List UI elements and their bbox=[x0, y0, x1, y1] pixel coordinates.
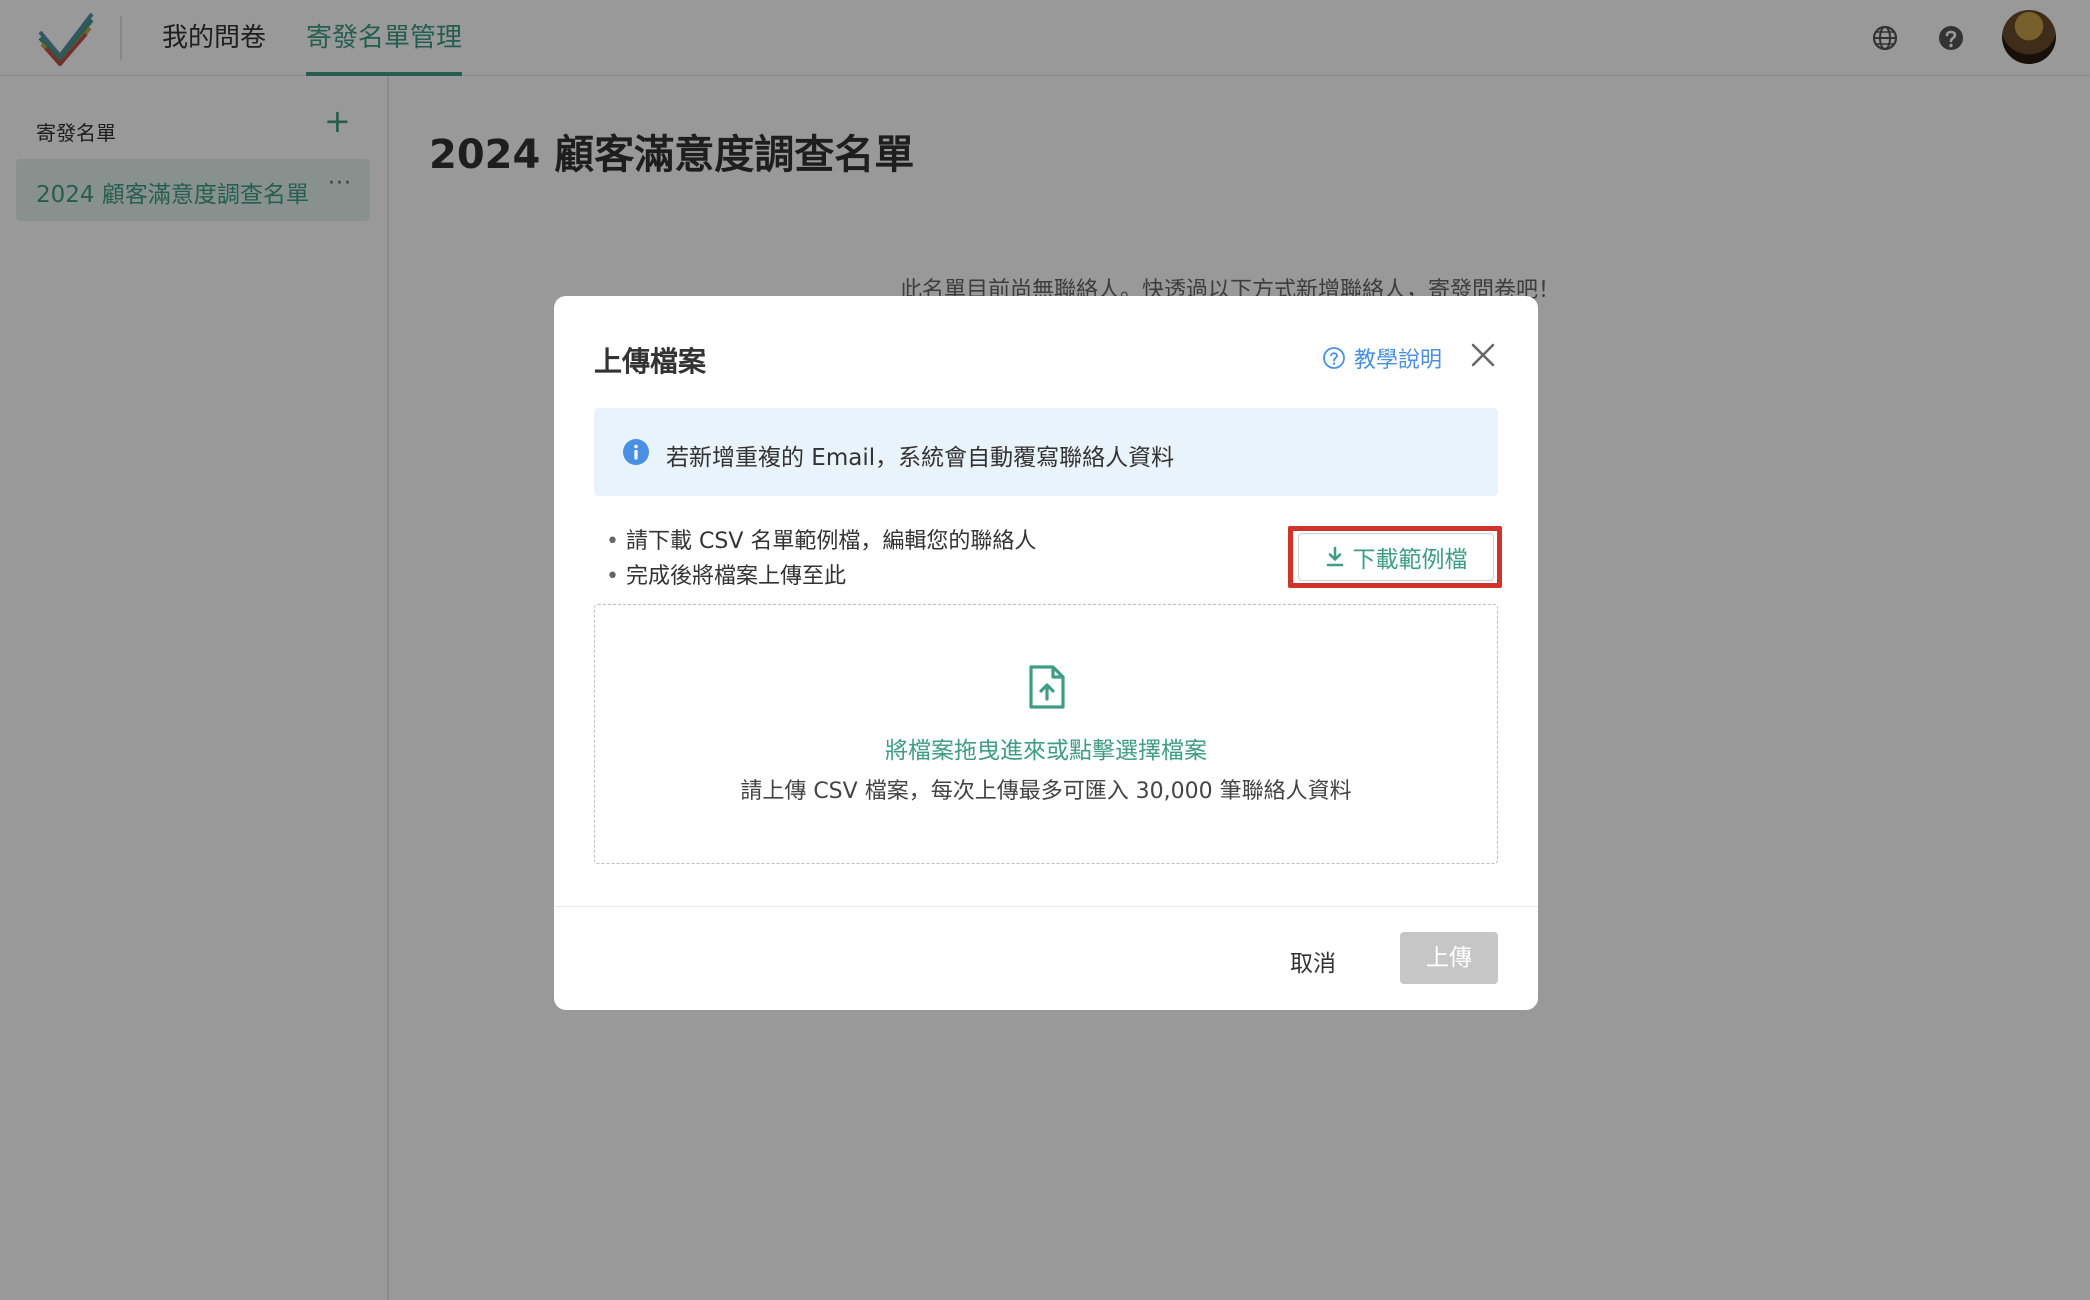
dropzone-main-text: 將檔案拖曳進來或點擊選擇檔案 bbox=[885, 738, 1207, 764]
instruction-item: 請下載 CSV 名單範例檔，編輯您的聯絡人 bbox=[606, 524, 1036, 559]
tutorial-link[interactable]: 教學說明 bbox=[1322, 342, 1442, 374]
download-sample-button[interactable]: 下載範例檔 bbox=[1298, 533, 1494, 581]
info-icon bbox=[623, 439, 649, 465]
info-text: 若新增重複的 Email，系統會自動覆寫聯絡人資料 bbox=[666, 445, 1175, 471]
cancel-button[interactable]: 取消 bbox=[1290, 944, 1336, 978]
file-dropzone[interactable]: 將檔案拖曳進來或點擊選擇檔案 請上傳 CSV 檔案，每次上傳最多可匯入 30,0… bbox=[594, 604, 1498, 864]
dropzone-sub-text: 請上傳 CSV 檔案，每次上傳最多可匯入 30,000 筆聯絡人資料 bbox=[740, 779, 1352, 804]
dialog-title: 上傳檔案 bbox=[594, 345, 707, 378]
app: 我的問卷 寄發名單管理 寄發名單 + 2024 顧客滿意度調查名單 ··· 20… bbox=[0, 0, 2090, 1300]
question-circle-icon bbox=[1323, 347, 1345, 369]
download-sample-label: 下載範例檔 bbox=[1352, 547, 1468, 573]
upload-file-dialog: 上傳檔案 教學說明 若新增重複的 Email，系統會自動覆寫聯絡人資料 請下載 … bbox=[554, 296, 1538, 1010]
file-upload-icon bbox=[1029, 665, 1065, 709]
footer-divider bbox=[554, 906, 1538, 907]
instruction-list: 請下載 CSV 名單範例檔，編輯您的聯絡人 完成後將檔案上傳至此 bbox=[606, 524, 1036, 594]
tutorial-link-label: 教學說明 bbox=[1354, 348, 1443, 373]
info-banner: 若新增重複的 Email，系統會自動覆寫聯絡人資料 bbox=[594, 408, 1498, 496]
download-icon bbox=[1326, 546, 1343, 567]
close-icon[interactable] bbox=[1468, 340, 1498, 370]
instruction-item: 完成後將檔案上傳至此 bbox=[606, 559, 1036, 594]
upload-button[interactable]: 上傳 bbox=[1400, 932, 1498, 984]
